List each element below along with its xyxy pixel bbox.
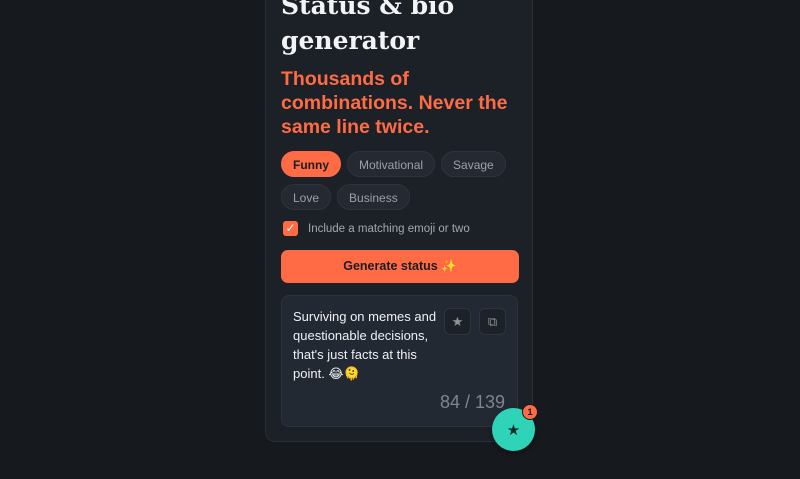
emoji-checkbox[interactable]: ✓ xyxy=(283,221,298,236)
emoji-option-label: Include a matching emoji or two xyxy=(308,222,470,235)
generate-status-button[interactable]: Generate status ✨ xyxy=(281,250,519,283)
category-chips: Funny Motivational Savage Love Business xyxy=(281,151,521,210)
character-counter: 84 / 139 xyxy=(439,392,505,412)
chip-savage[interactable]: Savage xyxy=(441,151,506,177)
result-card: Surviving on memes and questionable deci… xyxy=(281,295,518,427)
chip-motivational[interactable]: Motivational xyxy=(347,151,436,177)
favorites-count-badge: 1 xyxy=(522,404,538,420)
chip-love[interactable]: Love xyxy=(281,184,332,210)
generated-status-text: Surviving on memes and questionable deci… xyxy=(293,309,437,381)
chip-business[interactable]: Business xyxy=(337,184,410,210)
copy-icon: ⧉ xyxy=(487,313,498,329)
app-stage: Status & bio generator Thousands of comb… xyxy=(0,0,800,479)
copy-button[interactable]: ⧉ xyxy=(479,308,506,335)
page-subtitle: Thousands of combinations. Never the sam… xyxy=(281,68,508,138)
checkmark-icon: ✓ xyxy=(285,221,296,235)
star-icon: ★ xyxy=(451,313,464,329)
favorite-button[interactable]: ★ xyxy=(444,308,471,335)
page-title: Status & bio generator xyxy=(281,0,455,55)
chip-funny[interactable]: Funny xyxy=(281,151,341,177)
star-icon: ★ xyxy=(506,421,521,439)
emoji-option-row[interactable]: ✓ Include a matching emoji or two xyxy=(283,221,470,236)
